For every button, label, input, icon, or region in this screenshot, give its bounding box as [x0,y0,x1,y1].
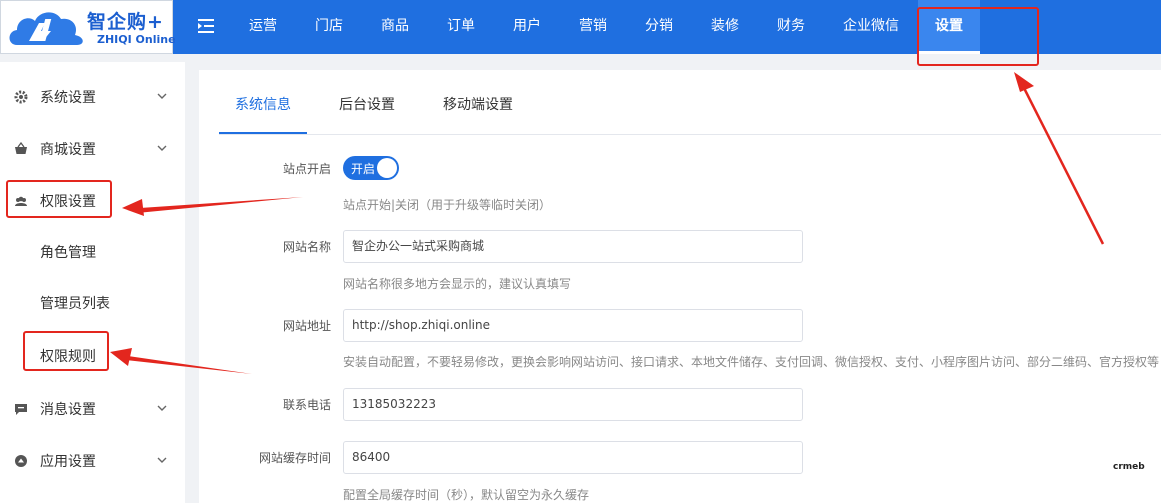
switch-knob [377,158,397,178]
tab-system-info[interactable]: 系统信息 [235,94,291,114]
nav-yonghu[interactable]: 用户 [500,0,554,54]
sidebar-item-label: 管理员列表 [40,296,110,312]
logo-cloud-icon [9,12,83,46]
phone-label: 联系电话 [282,398,331,412]
nav-fenxiao[interactable]: 分销 [632,0,686,54]
annotation-box-permission-settings [6,180,112,218]
sidebar-item-label: 系统设置 [40,90,96,106]
cache-time-label: 网站缓存时间 [258,451,331,465]
sidebar-item-label: 角色管理 [40,245,96,261]
active-tab-indicator [219,132,307,134]
nav-caiwu[interactable]: 财务 [764,0,818,54]
sidebar-item-system-settings[interactable]: 系统设置 [0,77,185,117]
sidebar-item-app-settings[interactable]: 应用设置 [0,441,185,481]
menu-fold-icon[interactable] [196,16,216,36]
gear-icon [14,90,28,104]
nav-mendian[interactable]: 门店 [302,0,356,54]
message-icon [15,404,27,415]
cache-time-input[interactable]: 86400 [343,441,803,474]
site-open-switch[interactable]: 开启 [343,156,399,180]
nav-dingdan[interactable]: 订单 [434,0,488,54]
watermark: crmeb [1113,462,1145,472]
nav-yunying[interactable]: 运营 [236,0,290,54]
nav-qiye-weixin[interactable]: 企业微信 [830,0,912,54]
site-url-label: 网站地址 [282,319,331,333]
site-name-input[interactable]: 智企办公一站式采购商城 [343,230,803,263]
nav-zhuangxiu[interactable]: 装修 [698,0,752,54]
sidebar-item-label: 应用设置 [40,454,96,470]
basket-icon [15,142,27,154]
site-name-help: 网站名称很多地方会显示的，建议认真填写 [343,277,572,291]
sidebar-item-mall-settings[interactable]: 商城设置 [0,129,185,169]
annotation-box-settings [917,7,1039,66]
sidebar-item-message-settings[interactable]: 消息设置 [0,389,185,429]
chevron-down-icon [157,145,167,151]
sidebar-item-label: 消息设置 [40,402,96,418]
nav-shangpin[interactable]: 商品 [368,0,422,54]
sidebar-item-admin-list[interactable]: 管理员列表 [0,283,185,323]
site-name-label: 网站名称 [282,240,331,254]
nav-yingxiao[interactable]: 营销 [566,0,620,54]
phone-input[interactable]: 13185032223 [343,388,803,421]
sidebar-item-label: 商城设置 [40,142,96,158]
logo-text-en: ZHIQI Online [97,33,176,46]
site-open-label: 站点开启 [282,162,331,176]
tab-backend-settings[interactable]: 后台设置 [339,94,395,114]
site-url-input[interactable]: http://shop.zhiqi.online [343,309,803,342]
site-url-help: 安装自动配置，不要轻易修改，更换会影响网站访问、接口请求、本地文件储存、支付回调… [343,355,1160,369]
logo-text-cn: 智企购+ [87,11,164,33]
cache-time-help: 配置全局缓存时间（秒），默认留空为永久缓存 [343,488,590,502]
settings-panel: 系统信息 后台设置 移动端设置 站点开启 开启 站点开始|关闭（用于升级等临时关… [199,70,1161,503]
app-icon [15,455,27,467]
settings-tabs: 系统信息 后台设置 移动端设置 [219,70,1161,135]
sidebar: 系统设置 商城设置 权限设置 角色管理 管理员列表 权限规则 消息设置 应用设置 [0,62,185,503]
chevron-down-icon [157,93,167,99]
brand-logo[interactable]: 智企购+ ZHIQI Online [0,0,176,54]
site-open-help: 站点开始|关闭（用于升级等临时关闭） [343,198,552,212]
annotation-box-permission-rules [23,331,109,371]
chevron-down-icon [157,405,167,411]
tab-mobile-settings[interactable]: 移动端设置 [443,94,513,114]
sidebar-item-role-management[interactable]: 角色管理 [0,232,185,272]
switch-text: 开启 [351,162,376,176]
chevron-down-icon [157,457,167,463]
